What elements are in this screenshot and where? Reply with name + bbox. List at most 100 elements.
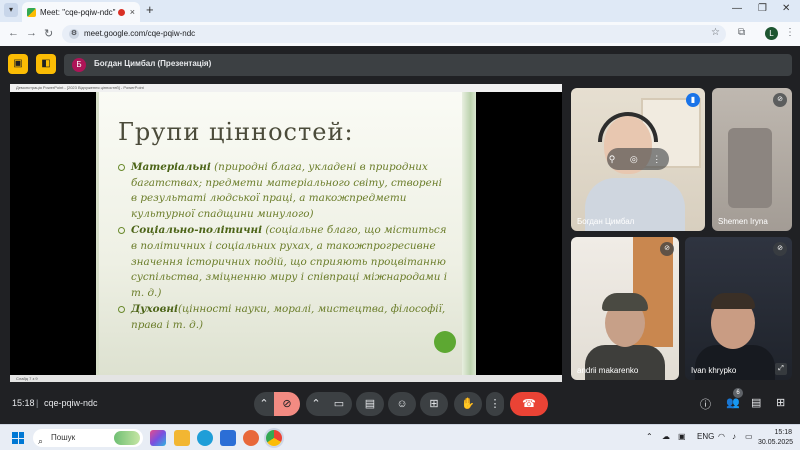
menu-kebab-icon[interactable]: ⋮ [785,27,795,38]
mic-off-icon: ⊘ [282,398,292,410]
taskbar-search[interactable]: ⌕ Пошук [33,429,143,447]
copilot-icon[interactable] [150,430,166,446]
extensions-icon[interactable]: ⧉ [738,27,745,38]
input-language[interactable]: ENG [697,432,714,441]
participant-name: Богдан Цимбал [577,217,635,226]
tray-chevron-icon[interactable]: ⌃ [646,432,653,441]
ppt-status-bar: Слайд 7 з 9 [10,375,562,382]
bullet-text: (цінності науки, моралі, мистецтва, філо… [131,303,446,331]
site-info-icon[interactable]: ⚙ [69,29,79,39]
mic-off-icon: ⊘ [660,242,674,256]
presentation-slide: Групи цінностей: Матеріальні (природні б… [96,92,476,375]
hang-up-icon: ☎ [522,398,536,410]
chat-icon[interactable]: ▤ [751,396,761,409]
camera-toggle-button[interactable]: ▭ [326,392,352,416]
tab-close-icon[interactable]: × [130,7,135,17]
start-button[interactable] [12,432,24,444]
store-icon[interactable] [220,430,236,446]
present-tile-icon[interactable]: ◧ [36,54,56,74]
captions-button[interactable]: ▤ [356,392,384,416]
windows-taskbar: ⌕ Пошук ⌃ ☁ ▣ ENG ◠ ♪ ▭ 15:18 30.05.2025 [0,424,800,450]
tray-cloud-icon[interactable]: ☁ [662,432,670,441]
browser-tab-meet[interactable]: Meet: "cqe-pqiw-ndc" × [22,2,140,22]
chrome-icon[interactable] [266,430,282,446]
volume-icon[interactable]: ♪ [732,432,736,441]
participant-tile[interactable]: ⊘ andrii makarenko [571,237,679,380]
mic-toggle-button[interactable]: ⊘ [274,392,300,416]
battery-icon[interactable]: ▭ [745,432,753,441]
people-count-badge: 6 [733,388,743,398]
captions-icon: ▤ [364,398,376,410]
taskbar-clock[interactable]: 15:18 30.05.2025 [758,428,793,448]
address-url: meet.google.com/cqe-pqiw-ndc [84,29,196,38]
emoji-button[interactable]: ☺ [388,392,416,416]
presenter-label: Богдан Цимбал (Презентація) [94,59,212,68]
bookmark-star-icon[interactable]: ☆ [711,27,720,38]
participant-name: andrii makarenko [577,366,639,375]
emoji-icon: ☺ [396,398,408,410]
bullet-heading: Соціально-політичні [131,224,263,237]
close-window-icon[interactable]: ✕ [782,3,790,14]
fullscreen-icon[interactable]: ⤢ [775,363,787,375]
bullet-ring-icon [118,306,125,314]
edge-icon[interactable] [197,430,213,446]
tile-hover-controls[interactable]: ⚲ ◎ ⋮ [607,148,669,170]
maximize-icon[interactable]: ❐ [758,3,767,14]
wifi-icon[interactable]: ◠ [718,432,725,441]
leave-call-button[interactable]: ☎ [510,392,548,416]
more-options-button[interactable]: ⋮ [486,392,504,416]
bullet-heading: Духовні [131,303,178,316]
camera-options-button[interactable]: ⌃ [306,392,326,416]
stop-presenting-icon[interactable]: ▣ [8,54,28,74]
mic-options-button[interactable]: ⌃ [254,392,274,416]
separator: | [36,398,39,408]
more-vert-icon: ⋮ [489,398,501,410]
back-arrow-icon[interactable]: ← [8,27,19,39]
mic-off-icon: ⊘ [773,93,787,107]
new-tab-button[interactable]: + [146,2,154,17]
slide-bullet: Духовні(цінності науки, моралі, мистецтв… [118,302,448,333]
slide-left-edge [96,92,99,375]
present-button[interactable]: ⊞ [420,392,448,416]
browser-navbar: ← → ↻ ⚙ meet.google.com/cqe-pqiw-ndc ☆ ⧉… [0,22,800,46]
slide-title: Групи цінностей: [118,118,354,146]
minimize-icon[interactable]: — [732,3,742,14]
ppt-title-bar: Демонстрація PowerPoint - [2023 Відчужен… [10,84,562,92]
participant-hair [711,293,755,309]
participant-video [728,128,772,208]
slide-bullet: Матеріальні (природні блага, укладені в … [118,160,448,222]
address-bar[interactable]: ⚙ meet.google.com/cqe-pqiw-ndc [62,25,726,43]
meeting-code: cqe-pqiw-ndc [44,398,98,408]
activities-icon[interactable]: ⊞ [776,396,785,409]
mic-off-icon: ⊘ [773,242,787,256]
recording-indicator-icon [117,8,125,16]
video-camera-icon: ▭ [333,398,345,410]
slide-bullets: Матеріальні (природні блага, укладені в … [118,160,448,335]
participant-name: Ivan khrypko [691,366,737,375]
raise-hand-button[interactable]: ✋ [454,392,482,416]
participant-tile[interactable]: ⊘ ⤢ Ivan khrypko [685,237,792,380]
meet-favicon-icon [27,7,36,17]
hand-icon: ✋ [461,398,475,410]
clock-time: 15:18 [774,429,792,436]
app-icon[interactable] [243,430,259,446]
profile-avatar[interactable]: L [765,27,778,40]
participant-cap [602,293,648,311]
meeting-info-icon[interactable]: ⓘ [700,396,711,412]
bullet-heading: Матеріальні [131,161,211,173]
speaking-indicator-icon: ▮ [686,93,700,107]
tray-app-icon[interactable]: ▣ [678,432,686,441]
presenter-avatar: Б [72,58,86,72]
forward-arrow-icon[interactable]: → [26,27,37,39]
tab-title: Meet: "cqe-pqiw-ndc" [40,7,116,17]
bullet-ring-icon [118,227,125,235]
participant-tile[interactable]: ⚲ ◎ ⋮ ▮ Богдан Цимбал [571,88,705,231]
browser-titlebar: ▾ Meet: "cqe-pqiw-ndc" × + — ❐ ✕ [0,0,800,22]
search-highlight-icon [114,431,140,445]
tab-search-icon[interactable]: ▾ [4,3,18,17]
shared-screen: Демонстрація PowerPoint - [2023 Відчужен… [10,84,562,382]
reload-icon[interactable]: ↻ [44,27,53,40]
meeting-time: 15:18 [12,398,35,408]
participant-tile[interactable]: ⊘ Shemen Iryna [712,88,792,231]
file-explorer-icon[interactable] [174,430,190,446]
